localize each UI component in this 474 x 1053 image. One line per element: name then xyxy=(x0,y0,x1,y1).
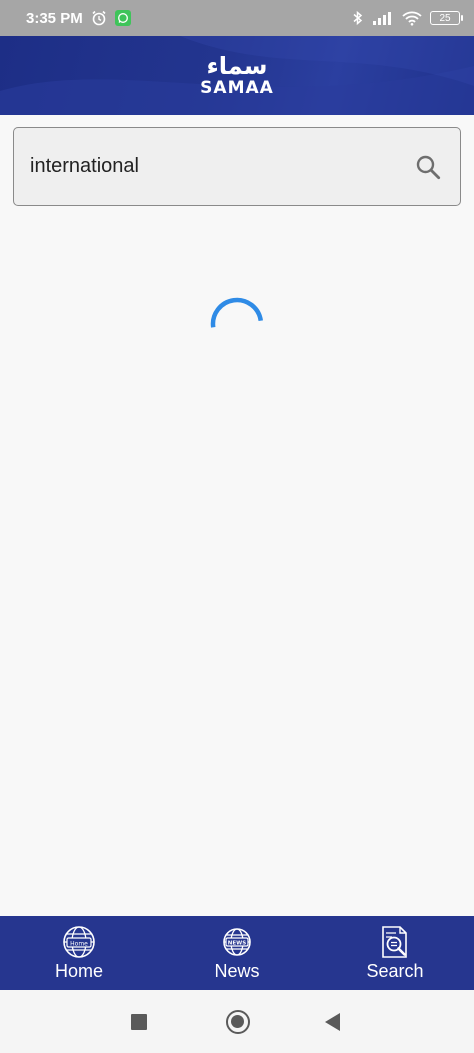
recents-icon[interactable] xyxy=(131,1014,147,1030)
samaa-logo: سماء SAMAA xyxy=(0,36,474,115)
signal-icon xyxy=(372,10,394,26)
logo-latin-text: SAMAA xyxy=(200,77,274,98)
globe-news-icon: NEWS xyxy=(223,928,251,956)
back-icon[interactable] xyxy=(325,1013,340,1031)
nav-search[interactable]: Search xyxy=(316,916,474,990)
globe-news-icon-text: NEWS xyxy=(228,941,246,947)
home-icon[interactable] xyxy=(226,1010,250,1034)
globe-home-icon: Home xyxy=(63,926,95,958)
logo-urdu-text: سماء xyxy=(206,51,268,80)
status-bar: 3:35 PM 25 xyxy=(0,0,474,36)
globe-home-icon-text: Home xyxy=(70,940,88,947)
battery-level: 25 xyxy=(439,12,451,24)
search-icon[interactable] xyxy=(414,153,442,181)
wifi-icon xyxy=(402,10,422,26)
search-box xyxy=(13,127,461,206)
nav-home[interactable]: Home Home xyxy=(0,916,158,990)
nav-news-label: News xyxy=(214,961,260,981)
bluetooth-icon xyxy=(352,10,364,26)
loading-spinner xyxy=(210,297,263,328)
nav-news[interactable]: NEWS News xyxy=(158,916,316,990)
system-nav-bar xyxy=(0,990,474,1053)
document-search-icon xyxy=(382,926,407,958)
status-time: 3:35 PM xyxy=(26,9,83,27)
battery-icon: 25 xyxy=(430,11,463,25)
nav-search-label: Search xyxy=(366,961,424,981)
nav-home-label: Home xyxy=(54,961,103,981)
alarm-icon xyxy=(91,10,107,26)
app-header: سماء SAMAA xyxy=(0,36,474,115)
search-input[interactable] xyxy=(30,155,414,178)
whatsapp-icon xyxy=(114,10,131,26)
bottom-nav: Home Home NEWS News Search xyxy=(0,916,474,990)
